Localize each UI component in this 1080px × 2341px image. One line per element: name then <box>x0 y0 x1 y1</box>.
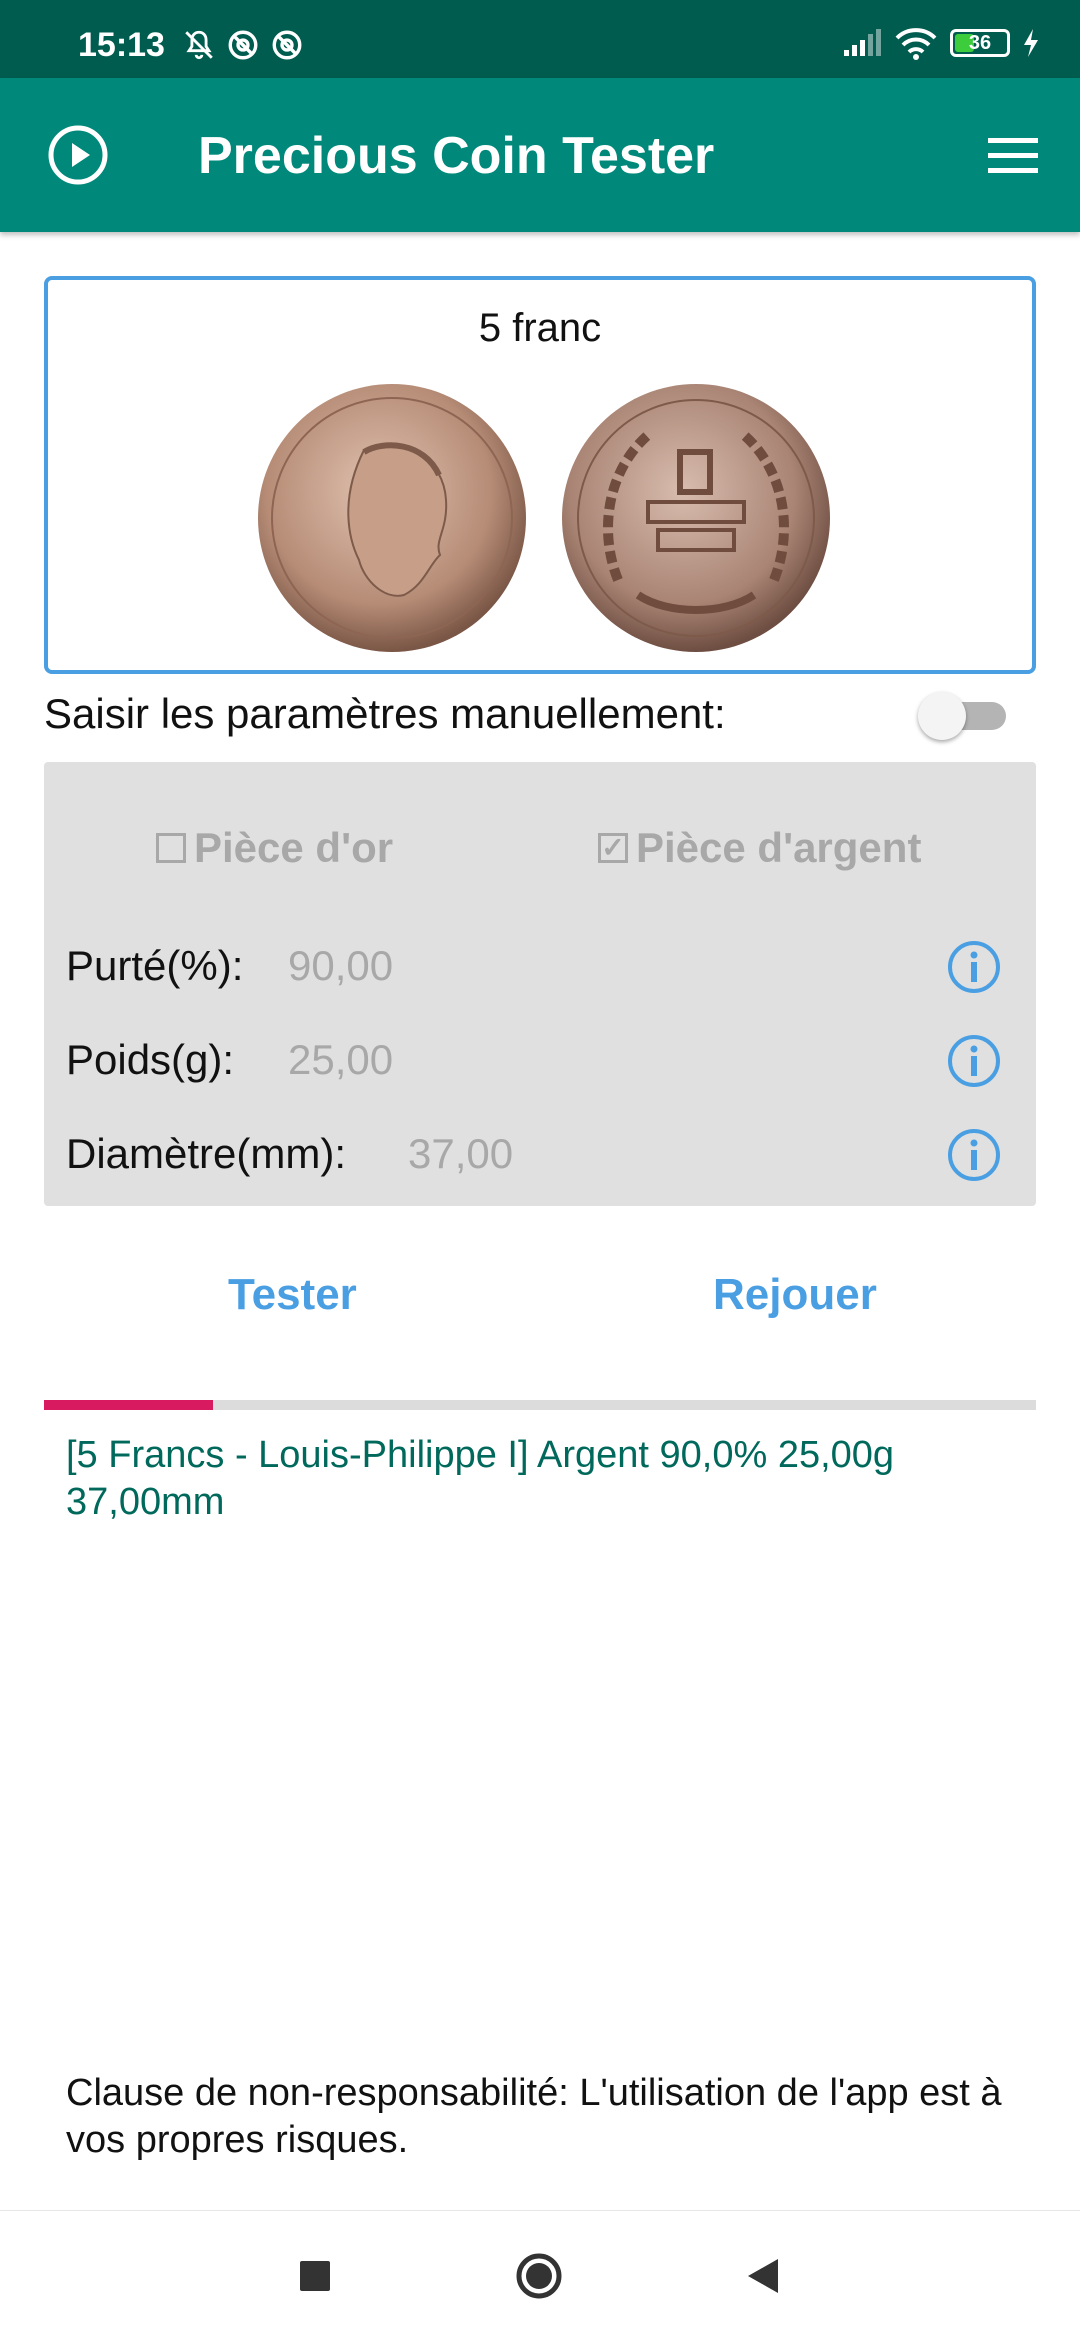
back-icon[interactable] <box>738 2251 788 2301</box>
params-panel: Pièce d'or ✓ Pièce d'argent Purté(%): 90… <box>44 762 1036 1206</box>
silver-coin-checkbox[interactable]: ✓ Pièce d'argent <box>598 824 921 872</box>
signal-icon <box>844 29 881 56</box>
result-text: [5 Francs - Louis-Philippe I] Argent 90,… <box>66 1434 895 1523</box>
app-bar: Precious Coin Tester <box>0 78 1080 232</box>
at-sign-icon <box>272 30 302 60</box>
purity-label: Purté(%): <box>66 942 244 989</box>
battery-icon: 36 <box>950 29 1010 57</box>
battery-level: 36 <box>968 31 992 54</box>
replay-button[interactable]: Rejouer <box>713 1270 877 1320</box>
disclaimer-text: Clause de non-responsabilité: L'utilisat… <box>66 2072 1002 2161</box>
manual-params-toggle[interactable] <box>918 692 1006 740</box>
coin-obverse-image <box>258 384 526 652</box>
test-button[interactable]: Tester <box>228 1270 357 1320</box>
purity-field[interactable]: 90,00 <box>288 942 393 990</box>
weight-label: Poids(g): <box>66 1036 235 1083</box>
coin-reverse-image <box>562 384 830 652</box>
weight-field[interactable]: 25,00 <box>288 1036 393 1084</box>
status-system-icons: 36 <box>842 26 1040 60</box>
recents-icon[interactable] <box>290 2251 340 2301</box>
at-sign-icon <box>228 30 258 60</box>
status-notification-icons <box>182 28 304 62</box>
bell-off-icon <box>185 30 213 60</box>
progress-bar <box>44 1400 1036 1410</box>
silver-checkbox-label: Pièce d'argent <box>636 824 922 871</box>
gold-checkbox-label: Pièce d'or <box>194 824 394 871</box>
gold-checkbox-box <box>156 833 186 863</box>
gold-coin-checkbox[interactable]: Pièce d'or <box>156 824 393 872</box>
progress-fill <box>44 1400 213 1410</box>
menu-icon[interactable] <box>986 136 1040 176</box>
status-bar: 15:13 36 <box>0 0 1080 78</box>
home-icon[interactable] <box>514 2251 564 2301</box>
wifi-icon <box>895 28 937 60</box>
play-circle-icon[interactable] <box>46 123 110 187</box>
diameter-field[interactable]: 37,00 <box>408 1130 513 1178</box>
diameter-info-icon[interactable] <box>946 1127 1002 1183</box>
coin-name: 5 franc <box>478 306 602 350</box>
coin-card[interactable]: 5 franc <box>44 276 1036 674</box>
purity-info-icon[interactable] <box>946 939 1002 995</box>
status-time: 15:13 <box>78 26 165 64</box>
weight-info-icon[interactable] <box>946 1033 1002 1089</box>
navigation-bar <box>0 2210 1080 2341</box>
manual-params-label: Saisir les paramètres manuellement: <box>44 690 726 737</box>
silver-checkbox-box: ✓ <box>598 833 628 863</box>
toggle-thumb <box>918 692 966 740</box>
diameter-label: Diamètre(mm): <box>66 1130 346 1177</box>
charging-icon <box>1024 29 1038 57</box>
app-title: Precious Coin Tester <box>198 127 715 185</box>
